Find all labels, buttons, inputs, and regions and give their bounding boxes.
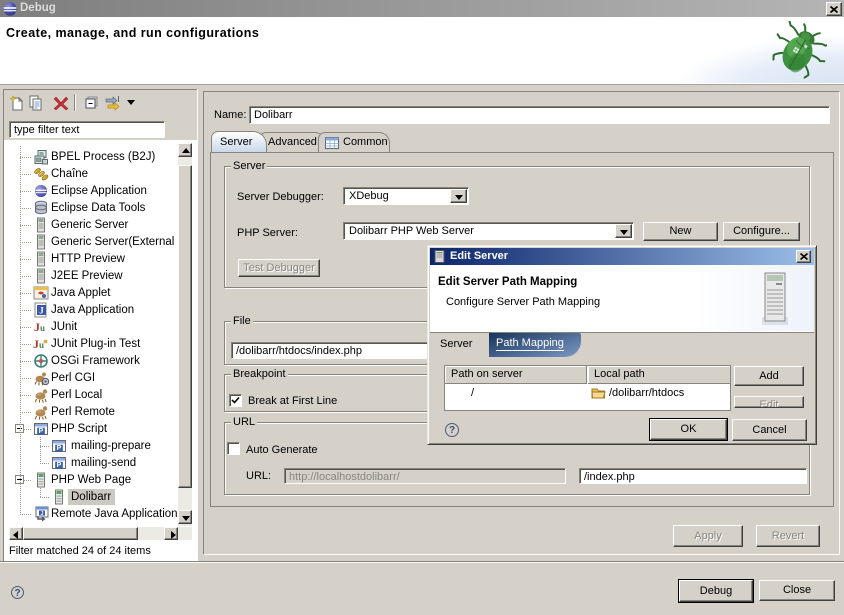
svg-text:u: u (40, 323, 45, 333)
svg-text:J: J (40, 511, 43, 517)
svg-text:J: J (39, 306, 44, 316)
svg-text:P: P (57, 445, 62, 452)
svg-text:u: u (39, 340, 44, 350)
svg-text:P: P (57, 462, 62, 469)
svg-text:P: P (39, 428, 44, 435)
